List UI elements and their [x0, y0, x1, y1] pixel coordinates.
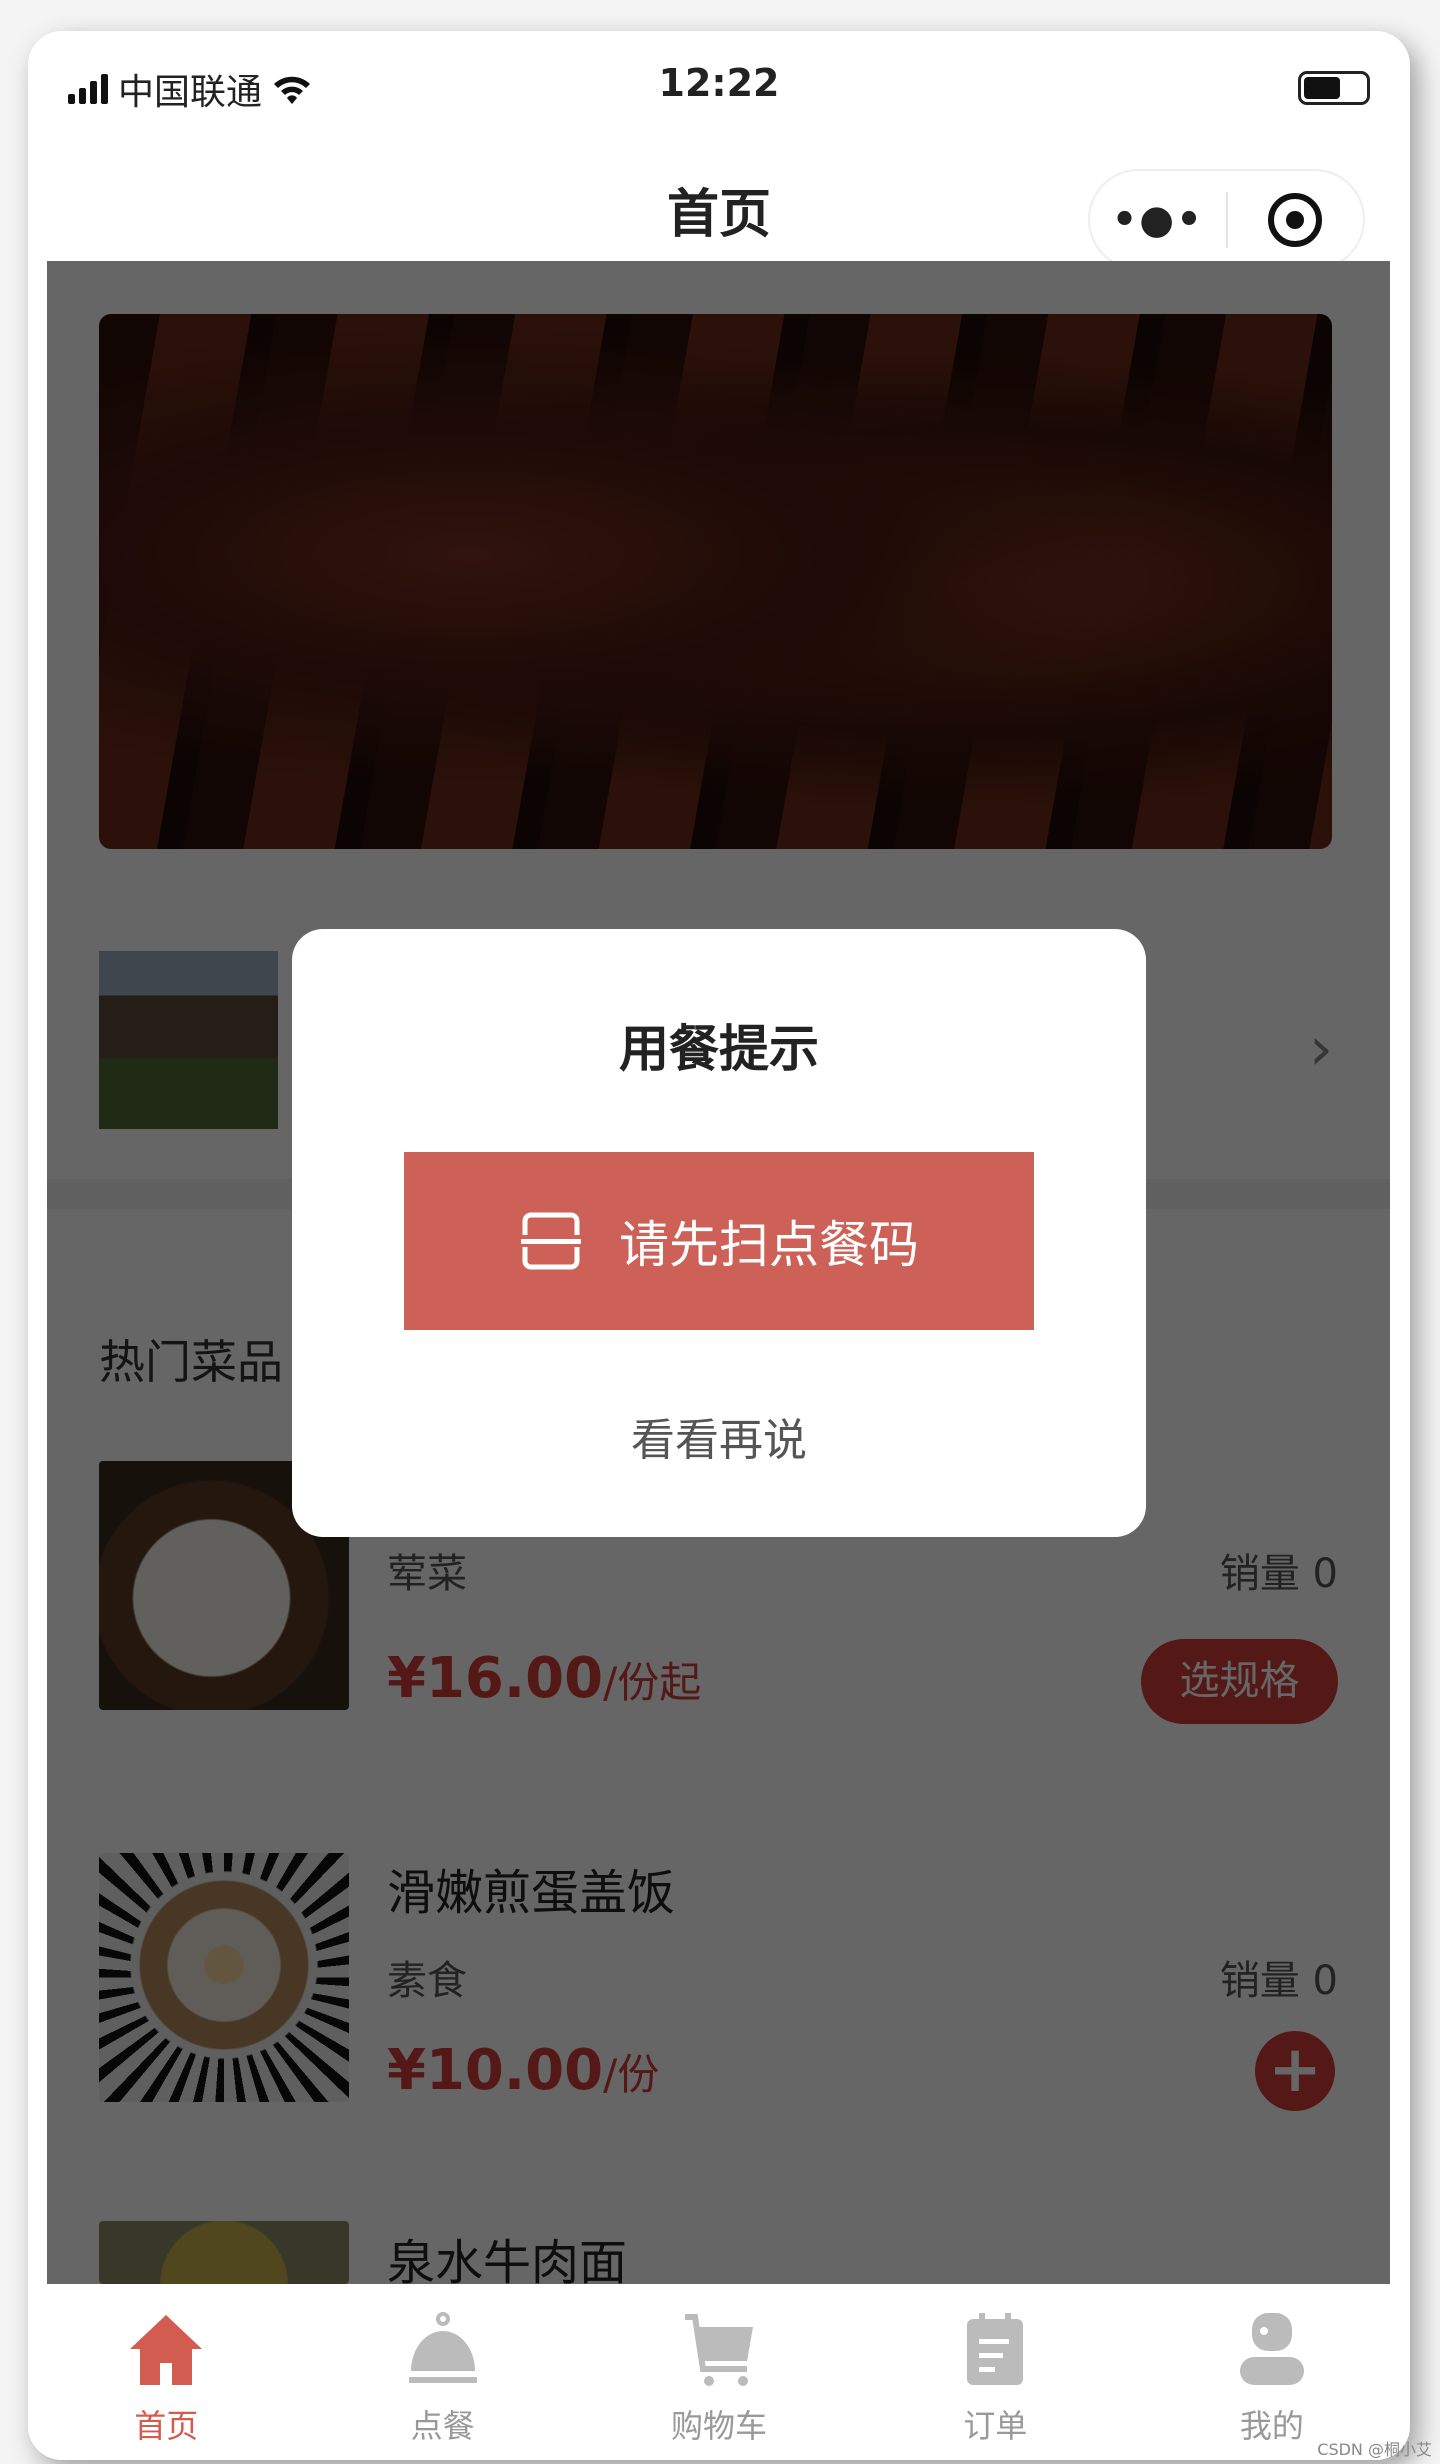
- dish-price: ¥10.00/份: [387, 2038, 659, 2103]
- status-bar: 中国联通 12:22: [28, 31, 1410, 146]
- price-unit: /份起: [603, 1658, 702, 1707]
- dish-name: 泉水牛肉面: [387, 2235, 628, 2284]
- store-image: [99, 951, 278, 1129]
- dish-category: 素食: [387, 1958, 467, 2004]
- chevron-right-icon: ›: [1309, 1014, 1333, 1084]
- tab-order-food[interactable]: 点餐: [304, 2284, 580, 2460]
- tab-orders[interactable]: 订单: [857, 2284, 1133, 2460]
- later-button[interactable]: 看看再说: [292, 1404, 1146, 1468]
- price-value: ¥10.00: [387, 2038, 604, 2103]
- add-to-cart-button[interactable]: +: [1255, 2031, 1335, 2111]
- dish-image: [99, 2221, 349, 2284]
- tab-bar: 首页 点餐 购物车 订单 我的: [28, 2284, 1410, 2460]
- tab-cart[interactable]: 购物车: [581, 2284, 857, 2460]
- tab-home[interactable]: 首页: [28, 2284, 304, 2460]
- dish-price: ¥16.00/份起: [387, 1646, 701, 1711]
- clock: 12:22: [658, 61, 780, 105]
- phone-screen: 中国联通 12:22 首页 •●• 位号 扫码 › 热门菜品 荤菜 销量 0 ¥…: [28, 31, 1410, 2460]
- scan-code-button[interactable]: 请先扫点餐码: [404, 1152, 1034, 1330]
- mini-program-capsule: •●•: [1088, 169, 1365, 270]
- dish-image: [99, 1853, 349, 2102]
- dish-item[interactable]: 泉水牛肉面: [47, 2221, 1390, 2284]
- more-dots-icon[interactable]: •●•: [1090, 197, 1226, 243]
- tab-label: 首页: [134, 2407, 199, 2445]
- battery-icon: [1298, 71, 1370, 105]
- dish-sales: 销量 0: [1219, 1551, 1338, 1597]
- price-unit: /份: [603, 2050, 660, 2099]
- dining-tip-dialog: 用餐提示 请先扫点餐码 看看再说: [292, 929, 1146, 1537]
- dialog-title: 用餐提示: [619, 1020, 819, 1078]
- target-icon[interactable]: [1228, 191, 1364, 249]
- tab-label: 购物车: [671, 2407, 768, 2445]
- order-icon: [967, 2313, 1024, 2385]
- banner-image[interactable]: [99, 314, 1332, 849]
- price-value: ¥16.00: [387, 1646, 604, 1711]
- nav-bar: 首页 •●•: [28, 146, 1410, 270]
- select-spec-button[interactable]: 选规格: [1141, 1639, 1338, 1724]
- watermark: CSDN @桐小艾: [1317, 2440, 1432, 2459]
- scan-code-label: 请先扫点餐码: [619, 1216, 919, 1274]
- dish-category: 荤菜: [387, 1551, 467, 1597]
- dish-name: 滑嫩煎蛋盖饭: [387, 1865, 676, 1921]
- section-title: 热门菜品: [99, 1335, 283, 1389]
- user-icon: [1239, 2313, 1304, 2385]
- cloche-icon: [408, 2312, 477, 2383]
- cart-icon: [685, 2314, 754, 2386]
- dish-sales: 销量 0: [1219, 1958, 1338, 2004]
- tab-label: 订单: [963, 2407, 1028, 2445]
- tab-label: 点餐: [410, 2407, 475, 2445]
- dish-item[interactable]: 滑嫩煎蛋盖饭 素食 销量 0 ¥10.00/份 +: [47, 1853, 1390, 2233]
- scan-icon: [521, 1212, 581, 1270]
- tab-mine[interactable]: 我的: [1134, 2284, 1410, 2460]
- tab-label: 我的: [1239, 2407, 1304, 2445]
- home-icon: [130, 2315, 203, 2385]
